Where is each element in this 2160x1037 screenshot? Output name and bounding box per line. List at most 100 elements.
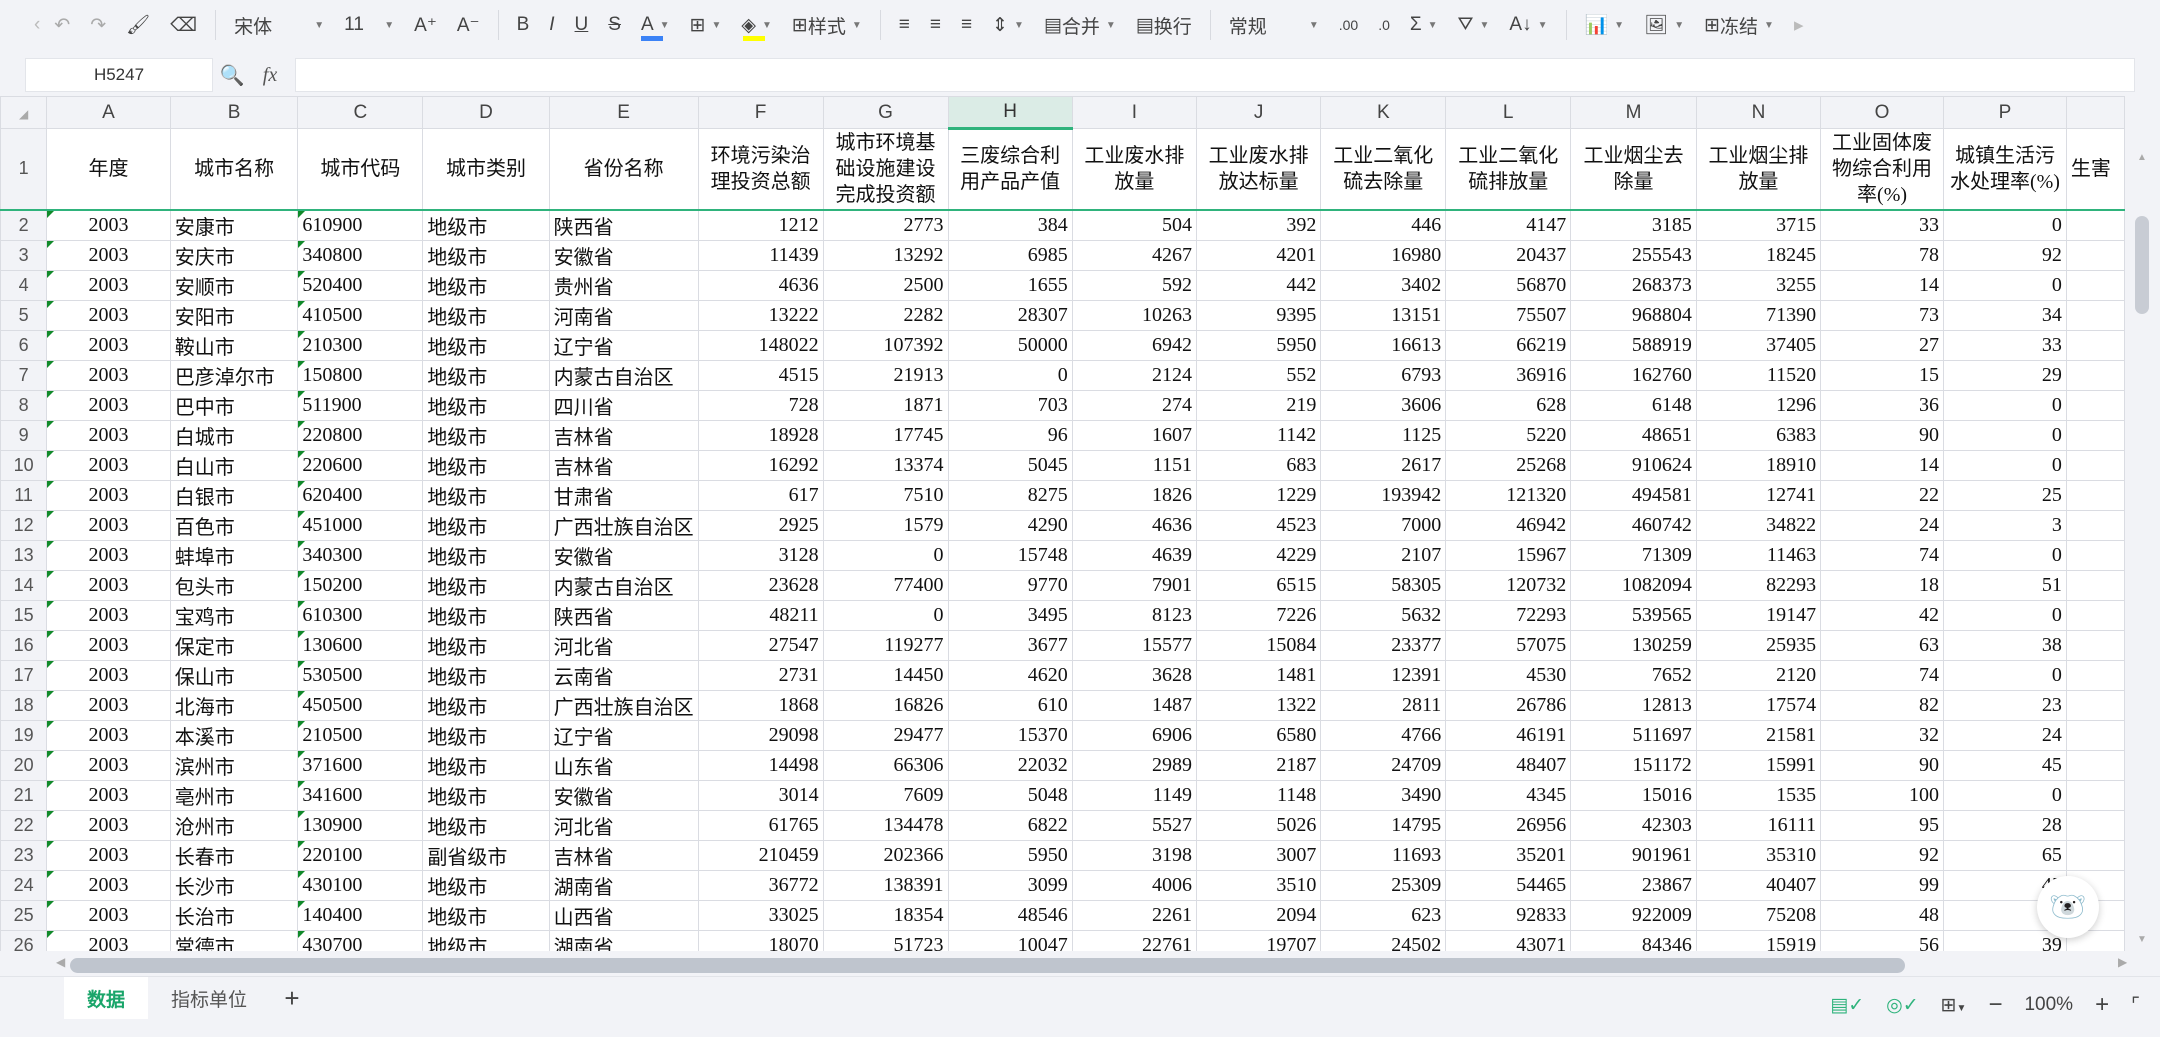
cell-o[interactable]: 90	[1820, 749, 1944, 781]
cell-l[interactable]: 26786	[1445, 689, 1572, 721]
zoom-out-button[interactable]: −	[1988, 991, 2002, 1019]
cell-l[interactable]: 5220	[1445, 419, 1572, 451]
cell-j[interactable]: 5026	[1196, 809, 1322, 841]
cell-f[interactable]: 36772	[697, 869, 824, 901]
bold-button[interactable]: B	[507, 5, 540, 45]
row-header[interactable]: 14	[0, 569, 48, 601]
header-cell[interactable]: 工业二氧化硫排放量	[1445, 128, 1572, 211]
column-header-k[interactable]: K	[1320, 96, 1447, 129]
cell-k[interactable]: 2617	[1320, 449, 1447, 481]
cell-k[interactable]: 58305	[1320, 569, 1447, 601]
cell-e[interactable]: 广西壮族自治区	[548, 689, 699, 721]
cell-e[interactable]: 贵州省	[548, 269, 699, 301]
cell-o[interactable]: 27	[1820, 329, 1944, 361]
cell-j[interactable]: 2094	[1196, 899, 1322, 931]
cell-j[interactable]: 219	[1196, 389, 1322, 421]
cell-j[interactable]: 1142	[1196, 419, 1322, 451]
freeze-button[interactable]: ⊞ 冻结 ▼	[1694, 5, 1784, 45]
cell-e[interactable]: 吉林省	[548, 419, 699, 451]
cell-p[interactable]: 0	[1943, 269, 2067, 301]
cell-l[interactable]: 4345	[1445, 779, 1572, 811]
horizontal-scrollbar[interactable]: ◀ ▶	[0, 951, 2127, 979]
cell-b[interactable]: 鞍山市	[169, 329, 299, 361]
cell-h[interactable]: 48546	[947, 899, 1073, 931]
cell-c[interactable]: 341600	[297, 779, 424, 811]
cell-c[interactable]: 150800	[297, 359, 424, 391]
cell-e[interactable]: 甘肃省	[548, 479, 699, 511]
cell-o[interactable]: 36	[1820, 389, 1944, 421]
cell-p[interactable]: 24	[1943, 719, 2067, 751]
cell-q[interactable]	[2065, 539, 2125, 571]
cell-h[interactable]: 1655	[947, 269, 1073, 301]
cell-h[interactable]: 0	[947, 359, 1073, 391]
row-header[interactable]: 4	[0, 269, 48, 301]
cell-l[interactable]: 26956	[1445, 809, 1572, 841]
cell-l[interactable]: 4147	[1445, 209, 1572, 241]
cell-e[interactable]: 河北省	[548, 629, 699, 661]
header-cell[interactable]: 工业废水排放量	[1071, 128, 1198, 211]
row-header[interactable]: 7	[0, 359, 48, 391]
scroll-left-icon[interactable]: ◀	[56, 955, 65, 969]
row-header[interactable]: 20	[0, 749, 48, 781]
cell-o[interactable]: 18	[1820, 569, 1944, 601]
cell-i[interactable]: 4636	[1071, 509, 1198, 541]
cell-e[interactable]: 云南省	[548, 659, 699, 691]
cell-q[interactable]	[2065, 749, 2125, 781]
cell-e[interactable]: 河南省	[548, 299, 699, 331]
cell-g[interactable]: 14450	[822, 659, 949, 691]
cell-d[interactable]: 地级市	[422, 569, 550, 601]
cell-b[interactable]: 安庆市	[169, 239, 299, 271]
align-center-button[interactable]: ≡	[920, 5, 951, 45]
cell-o[interactable]: 22	[1820, 479, 1944, 511]
cell-j[interactable]: 1322	[1196, 689, 1322, 721]
cell-p[interactable]: 0	[1943, 209, 2067, 241]
cell-g[interactable]: 13374	[822, 449, 949, 481]
cell-n[interactable]: 75208	[1695, 899, 1822, 931]
select-all-corner[interactable]: ◢	[0, 96, 48, 129]
cell-n[interactable]: 17574	[1695, 689, 1822, 721]
align-right-button[interactable]: ≡	[951, 5, 982, 45]
cell-f[interactable]: 617	[697, 479, 824, 511]
cell-k[interactable]: 6793	[1320, 359, 1447, 391]
cell-j[interactable]: 6580	[1196, 719, 1322, 751]
row-header[interactable]: 22	[0, 809, 48, 841]
cell-j[interactable]: 552	[1196, 359, 1322, 391]
cell-g[interactable]: 2500	[822, 269, 949, 301]
header-cell[interactable]: 年度	[46, 128, 171, 211]
cell-d[interactable]: 地级市	[422, 419, 550, 451]
cell-k[interactable]: 2107	[1320, 539, 1447, 571]
cell-p[interactable]: 33	[1943, 329, 2067, 361]
cell-l[interactable]: 75507	[1445, 299, 1572, 331]
cell-b[interactable]: 宝鸡市	[169, 599, 299, 631]
cell-f[interactable]: 4636	[697, 269, 824, 301]
cell-e[interactable]: 内蒙古自治区	[548, 569, 699, 601]
header-cell[interactable]: 城市环境基础设施建设完成投资额	[822, 128, 949, 211]
column-header-a[interactable]: A	[46, 96, 171, 129]
cell-b[interactable]: 保山市	[169, 659, 299, 691]
cell-n[interactable]: 15919	[1695, 929, 1822, 951]
cell-a[interactable]: 2003	[46, 719, 171, 751]
cell-e[interactable]: 湖南省	[548, 869, 699, 901]
cell-g[interactable]: 7510	[822, 479, 949, 511]
cell-g[interactable]: 107392	[822, 329, 949, 361]
cell-g[interactable]: 7609	[822, 779, 949, 811]
cell-b[interactable]: 北海市	[169, 689, 299, 721]
row-header[interactable]: 11	[0, 479, 48, 511]
row-header[interactable]: 6	[0, 329, 48, 361]
cell-g[interactable]: 29477	[822, 719, 949, 751]
cell-h[interactable]: 6985	[947, 239, 1073, 271]
row-header[interactable]: 9	[0, 419, 48, 451]
cell-a[interactable]: 2003	[46, 839, 171, 871]
cell-d[interactable]: 地级市	[422, 299, 550, 331]
row-header[interactable]: 13	[0, 539, 48, 571]
cell-q[interactable]	[2065, 629, 2125, 661]
cell-e[interactable]: 山东省	[548, 749, 699, 781]
cell-g[interactable]: 1871	[822, 389, 949, 421]
cell-n[interactable]: 71390	[1695, 299, 1822, 331]
cell-h[interactable]: 96	[947, 419, 1073, 451]
cell-b[interactable]: 包头市	[169, 569, 299, 601]
cell-b[interactable]: 本溪市	[169, 719, 299, 751]
cell-i[interactable]: 592	[1071, 269, 1198, 301]
cell-i[interactable]: 1607	[1071, 419, 1198, 451]
cell-a[interactable]: 2003	[46, 479, 171, 511]
